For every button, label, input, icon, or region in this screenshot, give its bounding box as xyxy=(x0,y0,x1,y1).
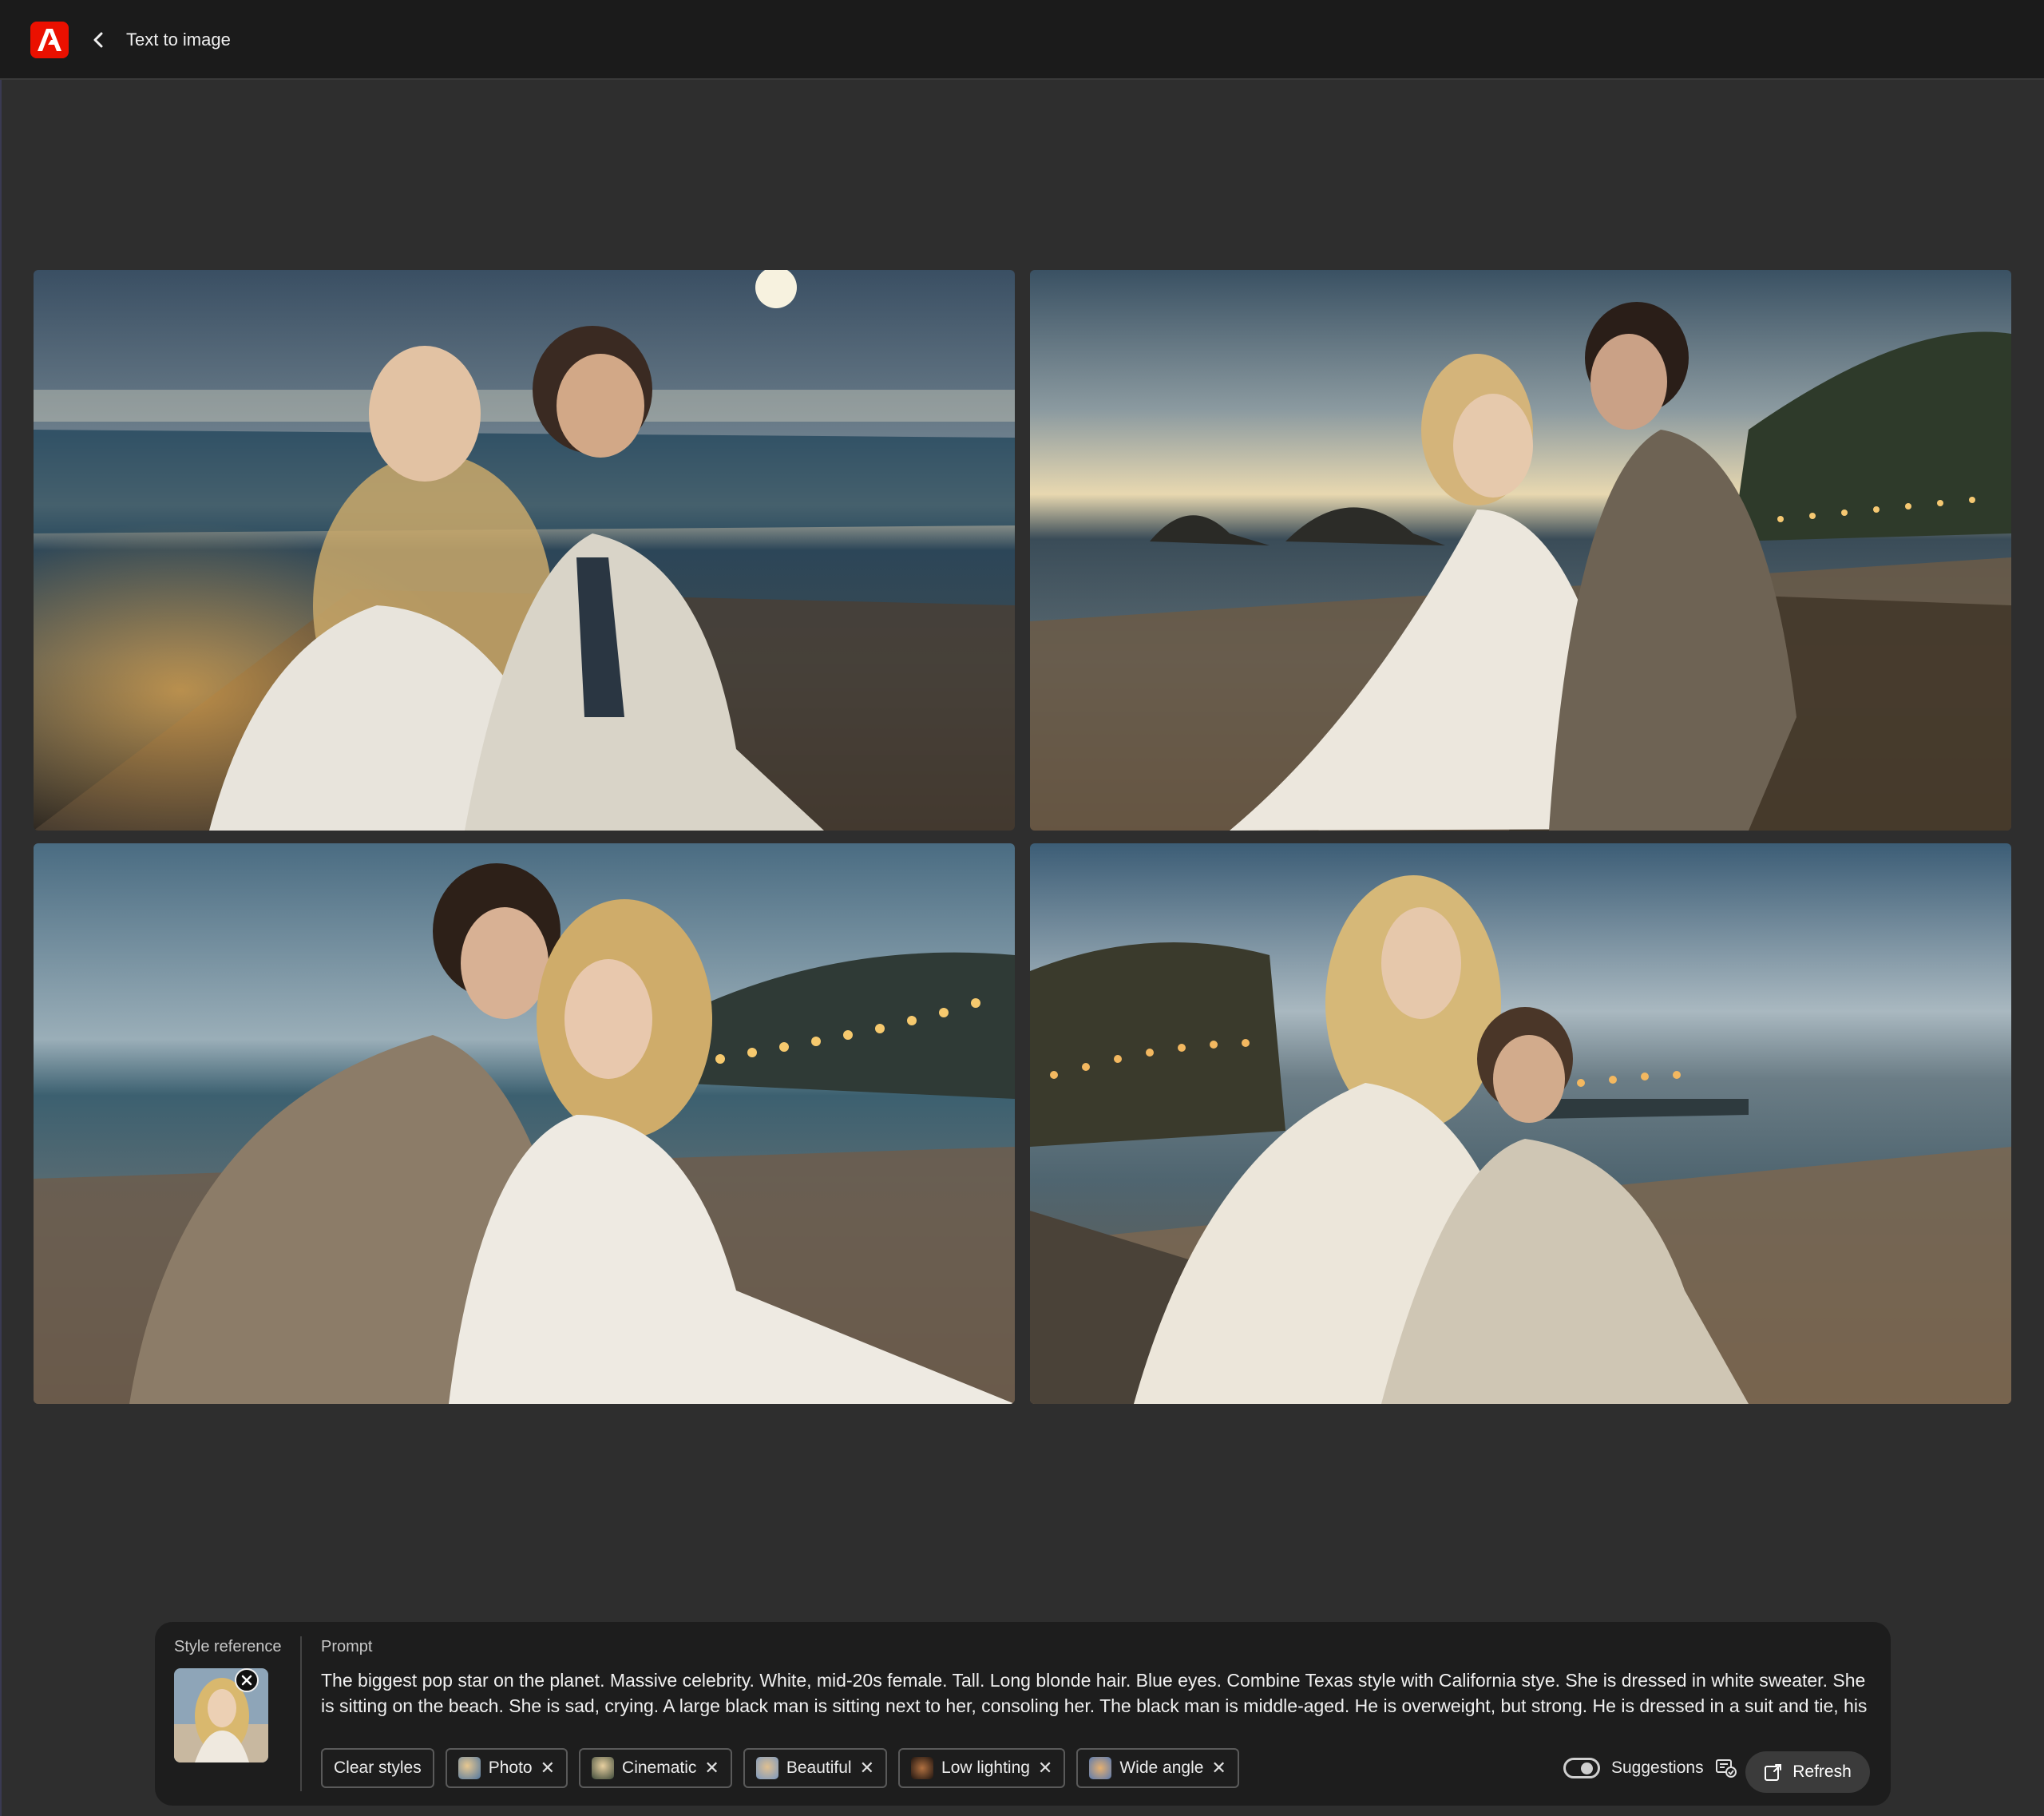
photo-style-icon xyxy=(458,1757,481,1779)
refresh-button[interactable]: Refresh xyxy=(1745,1751,1870,1793)
clear-styles-button[interactable]: Clear styles xyxy=(321,1748,434,1788)
remove-chip-icon[interactable]: ✕ xyxy=(860,1758,874,1778)
suggestions-toggle[interactable] xyxy=(1563,1758,1600,1778)
style-chip-wide-angle[interactable]: Wide angle ✕ xyxy=(1076,1748,1239,1788)
style-chip-beautiful[interactable]: Beautiful ✕ xyxy=(743,1748,888,1788)
remove-chip-icon[interactable]: ✕ xyxy=(704,1758,719,1778)
refresh-icon xyxy=(1765,1764,1782,1781)
chip-label: Wide angle xyxy=(1119,1759,1204,1777)
remove-chip-icon[interactable]: ✕ xyxy=(541,1758,555,1778)
suggestions-settings-icon[interactable] xyxy=(1715,1758,1737,1778)
remove-chip-icon[interactable]: ✕ xyxy=(1211,1758,1226,1778)
generated-image-4[interactable] xyxy=(1030,843,2011,1404)
adobe-logo[interactable] xyxy=(30,22,69,58)
prompt-panel: Style reference Prompt The biggest pop s… xyxy=(155,1622,1891,1806)
chevron-left-icon xyxy=(93,32,103,48)
low-lighting-style-icon xyxy=(911,1757,934,1779)
back-button[interactable] xyxy=(86,26,110,54)
generated-image-1-picture xyxy=(34,270,1015,831)
chip-label: Cinematic xyxy=(622,1759,697,1777)
top-bar: Text to image xyxy=(0,0,2044,80)
generated-image-4-picture xyxy=(1030,843,2011,1404)
style-chips: Clear styles Photo ✕ Cinematic ✕ Beautif… xyxy=(321,1748,1239,1788)
prompt-label: Prompt xyxy=(321,1638,373,1655)
panel-divider xyxy=(300,1636,302,1791)
style-reference-label: Style reference xyxy=(174,1638,282,1655)
toggle-knob xyxy=(1581,1762,1593,1774)
remove-chip-icon[interactable]: ✕ xyxy=(1038,1758,1052,1778)
chip-label: Low lighting xyxy=(941,1759,1030,1777)
generated-image-2[interactable] xyxy=(1030,270,2011,831)
remove-style-reference-button[interactable] xyxy=(235,1668,259,1692)
suggestions-control: Suggestions xyxy=(1563,1758,1737,1778)
style-chip-photo[interactable]: Photo ✕ xyxy=(445,1748,568,1788)
style-chip-cinematic[interactable]: Cinematic ✕ xyxy=(579,1748,732,1788)
generated-image-3-picture xyxy=(34,843,1015,1404)
adobe-logo-icon xyxy=(38,29,61,51)
cinematic-style-icon xyxy=(592,1757,615,1779)
prompt-input[interactable]: The biggest pop star on the planet. Mass… xyxy=(321,1667,1870,1719)
close-icon xyxy=(241,1675,252,1686)
window-edge xyxy=(0,80,2,1816)
chip-label: Beautiful xyxy=(786,1759,852,1777)
chip-label: Photo xyxy=(488,1759,533,1777)
generated-image-1[interactable] xyxy=(34,270,1015,831)
generated-image-3[interactable] xyxy=(34,843,1015,1404)
refresh-label: Refresh xyxy=(1792,1762,1852,1781)
wide-angle-style-icon xyxy=(1089,1757,1112,1779)
beautiful-style-icon xyxy=(755,1757,778,1779)
style-chip-low-lighting[interactable]: Low lighting ✕ xyxy=(898,1748,1066,1788)
clear-styles-label: Clear styles xyxy=(334,1759,422,1777)
suggestions-label: Suggestions xyxy=(1611,1759,1704,1777)
page-title: Text to image xyxy=(126,30,231,50)
generated-image-2-picture xyxy=(1030,270,2011,831)
